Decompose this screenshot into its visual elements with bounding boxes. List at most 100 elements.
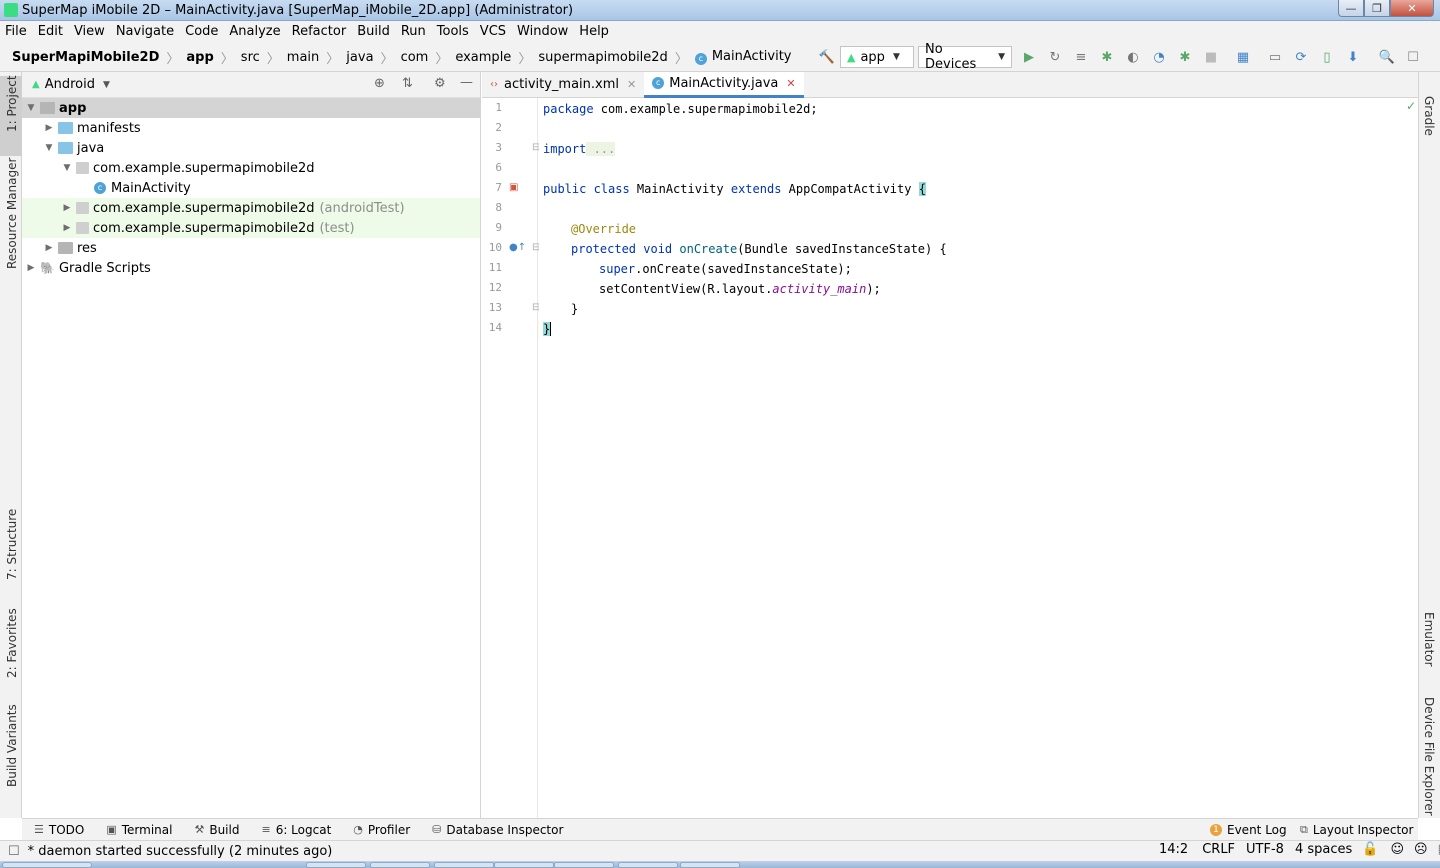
tool-build-variants[interactable]: Build Variants — [5, 704, 19, 787]
tool-emulator[interactable]: Emulator — [1422, 612, 1436, 667]
taskbar-app-button[interactable] — [306, 862, 366, 868]
profile-icon[interactable]: ◐ — [1120, 46, 1146, 68]
project-structure-icon[interactable]: ▦ — [1230, 46, 1256, 68]
chevron-right-icon[interactable]: ▶ — [58, 223, 76, 233]
gear-icon[interactable]: ⚙ — [434, 76, 446, 91]
device-manager-icon[interactable]: ▯ — [1314, 46, 1340, 68]
menu-run[interactable]: Run — [396, 21, 432, 43]
debug-icon[interactable]: ✱ — [1094, 46, 1120, 68]
tool-layout-inspector[interactable]: ⧉ Layout Inspector — [1300, 823, 1413, 837]
menu-analyze[interactable]: Analyze — [224, 21, 286, 43]
chevron-right-icon[interactable]: ▶ — [40, 123, 58, 133]
tool-todo[interactable]: ☰ TODO — [34, 823, 84, 837]
run-config-select[interactable]: ▲ app ▼ — [840, 46, 914, 68]
attach-debugger-icon[interactable]: ◔ — [1146, 46, 1172, 68]
close-button[interactable]: ✕ — [1390, 0, 1434, 17]
chevron-down-icon[interactable]: ▼ — [103, 80, 110, 90]
tree-item-app[interactable]: ▼ app — [22, 98, 480, 118]
maximize-button[interactable]: ❐ — [1364, 0, 1390, 17]
breadcrumb-com[interactable]: com — [399, 50, 431, 65]
tool-logcat[interactable]: ≡ 6: Logcat — [261, 823, 331, 837]
taskbar-app-button[interactable] — [618, 862, 678, 868]
menu-window[interactable]: Window — [512, 21, 574, 43]
tool-structure[interactable]: 7: Structure — [5, 509, 19, 580]
chevron-right-icon[interactable]: ▶ — [40, 243, 58, 253]
sync-gradle-icon[interactable]: ⟳ — [1288, 46, 1314, 68]
breadcrumb-class[interactable]: c MainActivity — [693, 49, 794, 65]
menu-code[interactable]: Code — [180, 21, 224, 43]
tree-item-manifests[interactable]: ▶ manifests — [22, 118, 480, 138]
make-project-icon[interactable]: 🔨 — [814, 46, 840, 68]
tree-item-package-main[interactable]: ▼ com.example.supermapimobile2d — [22, 158, 480, 178]
chevron-right-icon[interactable]: ▶ — [58, 203, 76, 213]
tool-gradle[interactable]: Gradle — [1422, 96, 1436, 136]
breadcrumb-example[interactable]: example — [453, 50, 513, 65]
tab-activity-main-xml[interactable]: ‹› activity_main.xml ✕ — [482, 72, 644, 98]
search-icon[interactable]: 🔍 — [1374, 46, 1400, 68]
sdk-manager-icon[interactable]: ⬇ — [1340, 46, 1366, 68]
project-view-select[interactable]: Android — [45, 77, 95, 92]
tree-item-gradle-scripts[interactable]: ▶ 🐘 Gradle Scripts — [22, 258, 480, 278]
attach-process-icon[interactable]: ✱ — [1172, 46, 1198, 68]
toggle-tool-windows-icon[interactable]: ☐ — [8, 844, 20, 859]
menu-edit[interactable]: Edit — [33, 21, 69, 43]
apply-code-changes-icon[interactable]: ≡ — [1068, 46, 1094, 68]
tree-item-java[interactable]: ▼ java — [22, 138, 480, 158]
tool-terminal[interactable]: ▣ Terminal — [106, 823, 172, 837]
taskbar-start-button[interactable] — [2, 862, 92, 868]
menu-tools[interactable]: Tools — [432, 21, 475, 43]
hide-icon[interactable]: — — [460, 75, 473, 90]
tool-device-file-explorer[interactable]: Device File Explorer — [1422, 697, 1436, 816]
chevron-down-icon[interactable]: ▼ — [40, 143, 58, 153]
taskbar-app-button[interactable] — [494, 862, 554, 868]
breadcrumb-src[interactable]: src — [239, 50, 262, 65]
tab-main-activity-java[interactable]: c MainActivity.java ✕ — [644, 71, 804, 98]
breadcrumb-module[interactable]: app — [184, 50, 215, 65]
menu-navigate[interactable]: Navigate — [111, 21, 180, 43]
chevron-down-icon[interactable]: ▼ — [22, 103, 40, 113]
menu-vcs[interactable]: VCS — [475, 21, 512, 43]
indent-setting[interactable]: 4 spaces — [1295, 842, 1352, 857]
folded-imports[interactable]: ... — [586, 142, 616, 156]
code-editor[interactable]: package com.example.supermapimobile2d; i… — [539, 98, 1418, 818]
breadcrumb-main[interactable]: main — [285, 50, 321, 65]
close-icon[interactable]: ✕ — [786, 77, 795, 90]
locate-icon[interactable]: ⊕ — [374, 76, 385, 91]
taskbar-app-button[interactable] — [370, 862, 430, 868]
breadcrumb-project[interactable]: SuperMapiMobile2D — [10, 50, 161, 65]
close-icon[interactable]: ✕ — [627, 78, 636, 91]
sad-feedback-icon[interactable]: ☹ — [1414, 842, 1428, 857]
taskbar-app-button[interactable] — [434, 862, 494, 868]
status-message[interactable]: * daemon started successfully (2 minutes… — [28, 844, 333, 859]
taskbar-app-button[interactable] — [554, 862, 614, 868]
menu-build[interactable]: Build — [352, 21, 396, 43]
avd-manager-icon[interactable]: ▭ — [1262, 46, 1288, 68]
apply-changes-icon[interactable]: ↻ — [1042, 46, 1068, 68]
lock-icon[interactable]: 🔓 — [1362, 842, 1378, 857]
minimize-button[interactable]: — — [1338, 0, 1364, 17]
menu-file[interactable]: File — [0, 21, 33, 43]
menu-view[interactable]: View — [69, 21, 111, 43]
tool-project[interactable]: 1: Project — [5, 75, 19, 132]
chevron-right-icon[interactable]: ▶ — [22, 263, 40, 273]
tool-database-inspector[interactable]: ⛁ Database Inspector — [432, 823, 563, 837]
tool-profiler[interactable]: ◔ Profiler — [353, 823, 410, 837]
tree-item-package-android-test[interactable]: ▶ com.example.supermapimobile2d (android… — [22, 198, 480, 218]
line-separator[interactable]: CRLF — [1202, 842, 1235, 857]
layout-xml-gutter-icon[interactable]: ▣ — [509, 182, 518, 193]
tool-build[interactable]: ⚒ Build — [194, 823, 239, 837]
caret-position[interactable]: 14:2 — [1159, 842, 1188, 857]
account-icon[interactable]: ☐ — [1400, 46, 1426, 68]
collapse-all-icon[interactable]: ⇅ — [402, 76, 413, 91]
taskbar-app-button[interactable] — [680, 862, 740, 868]
tree-item-main-activity[interactable]: c MainActivity — [22, 178, 480, 198]
inspection-ok-icon[interactable]: ✓ — [1406, 99, 1416, 113]
breadcrumb-java[interactable]: java — [344, 50, 375, 65]
override-gutter-icon[interactable]: ●↑ — [509, 242, 526, 253]
device-select[interactable]: No Devices ▼ — [918, 42, 1012, 72]
breadcrumb-package[interactable]: supermapimobile2d — [536, 50, 670, 65]
tool-favorites[interactable]: 2: Favorites — [5, 608, 19, 678]
tool-resource-manager[interactable]: Resource Manager — [5, 158, 19, 269]
happy-feedback-icon[interactable]: ☺ — [1390, 842, 1404, 857]
file-encoding[interactable]: UTF-8 — [1246, 842, 1284, 857]
